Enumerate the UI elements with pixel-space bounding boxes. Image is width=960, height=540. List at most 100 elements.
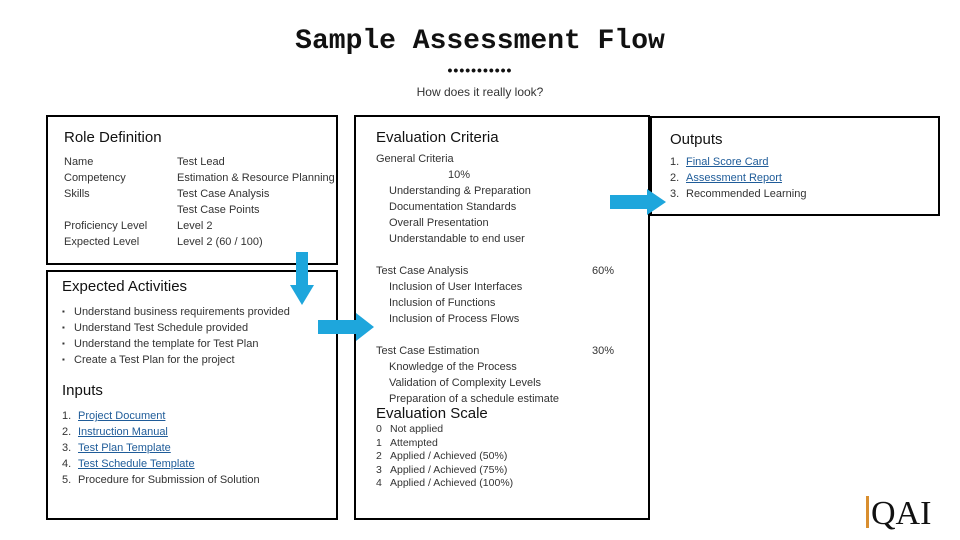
inputs-item[interactable]: 4. Test Schedule Template xyxy=(62,456,336,472)
role-value: Test Case Analysis xyxy=(177,188,270,200)
evaluation-scale-heading: Evaluation Scale xyxy=(376,405,488,422)
item-number: 3. xyxy=(670,188,680,200)
inputs-link[interactable]: Test Schedule Template xyxy=(78,458,195,470)
role-value: Level 2 (60 / 100) xyxy=(177,236,263,248)
scale-label: Applied / Achieved (100%) xyxy=(390,477,514,489)
criteria-group-title: Test Case Estimation xyxy=(376,345,480,357)
inputs-text: Procedure for Submission of Solution xyxy=(78,474,260,487)
item-number: 3. xyxy=(62,442,72,455)
item-number: 1. xyxy=(62,410,72,423)
scale-item: 2 Applied / Achieved (50%) xyxy=(376,450,648,464)
bullet-icon: ▪ xyxy=(62,307,65,317)
item-number: 1. xyxy=(670,156,680,168)
inputs-item[interactable]: 2. Instruction Manual xyxy=(62,424,336,440)
activity-item: ▪ Create a Test Plan for the project xyxy=(62,352,336,368)
item-number: 2. xyxy=(670,172,680,184)
activities-inputs-box: Expected Activities ▪ Understand business… xyxy=(46,270,338,520)
activity-item: ▪ Understand business requirements provid… xyxy=(62,304,336,320)
role-definition-table: Name Test Lead Competency Estimation & Reso… xyxy=(64,154,336,250)
outputs-link[interactable]: Final Score Card xyxy=(686,156,769,168)
criteria-weight: 30% xyxy=(592,345,615,357)
outputs-link[interactable]: Assessment Report xyxy=(686,172,782,184)
evaluation-criteria-box: Evaluation Criteria General Criteria 10% U… xyxy=(354,115,650,520)
inputs-item: 5. Procedure for Submission of Solution xyxy=(62,472,336,488)
scale-item: 4 Applied / Achieved (100%) xyxy=(376,477,648,491)
inputs-link[interactable]: Test Plan Template xyxy=(78,442,171,454)
activity-text: Understand business requirements provide… xyxy=(74,306,290,318)
criteria-weight: 10% xyxy=(448,169,471,181)
page-title: Sample Assessment Flow xyxy=(295,26,665,57)
criteria-item: Validation of Complexity Levels xyxy=(389,377,542,389)
activity-text: Understand the template for Test Plan xyxy=(74,338,259,351)
inputs-link[interactable]: Project Document xyxy=(78,410,165,422)
scale-label: Not applied xyxy=(390,423,444,435)
role-row: Proficiency Level Level 2 xyxy=(64,218,336,234)
criteria-item: Inclusion of User Interfaces xyxy=(389,281,523,293)
outputs-item[interactable]: 2. Assessment Report xyxy=(670,170,938,186)
arrow-down-icon xyxy=(290,252,314,305)
role-row: Test Case Points xyxy=(64,202,336,218)
inputs-link[interactable]: Instruction Manual xyxy=(78,426,168,438)
scale-score: 0 xyxy=(376,423,382,435)
arrow-right-outputs-shape xyxy=(610,189,666,215)
role-row: Expected Level Level 2 (60 / 100) xyxy=(64,234,336,250)
outputs-item: 3. Recommended Learning xyxy=(670,186,938,202)
evaluation-scale-list: 0 Not applied 1 Attempted 2 Applied / Achieve… xyxy=(376,423,648,491)
role-value: Estimation & Resource Planning xyxy=(177,172,335,184)
outputs-heading: Outputs xyxy=(670,131,723,148)
criteria-item: Inclusion of Functions xyxy=(389,297,496,309)
scale-item: 1 Attempted xyxy=(376,437,648,451)
arrow-right-outputs-icon xyxy=(610,189,666,215)
activity-item: ▪ Understand Test Schedule provided xyxy=(62,320,336,336)
arrow-right-icon xyxy=(318,313,374,341)
expected-activities-list: ▪ Understand business requirements provid… xyxy=(62,304,336,368)
activity-item: ▪ Understand the template for Test Plan xyxy=(62,336,336,352)
criteria-item: Understanding & Preparation xyxy=(389,185,531,197)
criteria-group-title: General Criteria xyxy=(376,153,454,165)
role-label xyxy=(64,202,177,218)
role-label: Competency xyxy=(64,172,126,184)
logo-bar-icon xyxy=(866,496,869,528)
role-row: Name Test Lead xyxy=(64,154,336,170)
bullet-icon: ▪ xyxy=(62,355,65,365)
bullet-icon: ▪ xyxy=(62,339,65,349)
criteria-group: Test Case Estimation 30% Knowledge of the … xyxy=(376,343,626,407)
criteria-item: Understandable to end user xyxy=(389,233,525,245)
scale-item: 3 Applied / Achieved (75%) xyxy=(376,464,648,478)
scale-score: 3 xyxy=(376,463,382,476)
scale-label: Applied / Achieved (50%) xyxy=(390,450,508,462)
qai-logo: QAI xyxy=(866,496,931,532)
role-label: Skills xyxy=(64,188,90,200)
item-number: 5. xyxy=(62,474,72,487)
bullet-icon: ▪ xyxy=(62,323,65,333)
item-number: 4. xyxy=(62,458,72,471)
activity-text: Understand Test Schedule provided xyxy=(74,322,249,335)
role-definition-heading: Role Definition xyxy=(64,129,162,146)
criteria-item: Inclusion of Process Flows xyxy=(389,313,520,325)
criteria-weight: 60% xyxy=(592,265,615,277)
outputs-item[interactable]: 1. Final Score Card xyxy=(670,154,938,170)
outputs-text: Recommended Learning xyxy=(686,188,807,200)
scale-score: 4 xyxy=(376,477,382,489)
role-value: Test Case Points xyxy=(177,204,260,216)
activity-text: Create a Test Plan for the project xyxy=(74,354,235,367)
role-row: Competency Estimation & Resource Planning xyxy=(64,170,336,186)
role-label: Proficiency Level xyxy=(64,220,148,232)
role-value: Test Lead xyxy=(177,156,225,168)
criteria-group: General Criteria 10% Understanding & Prepa… xyxy=(376,151,626,247)
criteria-item: Knowledge of the Process xyxy=(389,361,517,373)
logo-text: QAI xyxy=(871,495,932,532)
criteria-groups: General Criteria 10% Understanding & Prepa… xyxy=(376,151,648,407)
scale-label: Applied / Achieved (75%) xyxy=(390,463,508,476)
inputs-item[interactable]: 3. Test Plan Template xyxy=(62,440,336,456)
scale-label: Attempted xyxy=(390,436,438,449)
title-dots-divider: ••••••••••• xyxy=(447,62,513,78)
criteria-group: Test Case Analysis 60% Inclusion of User I… xyxy=(376,263,626,327)
inputs-list: 1. Project Document 2. Instruction Manual 3.… xyxy=(62,408,336,488)
inputs-item[interactable]: 1. Project Document xyxy=(62,408,336,424)
outputs-box: Outputs 1. Final Score Card 2. Assessment R… xyxy=(650,116,940,216)
role-value: Level 2 xyxy=(177,220,213,232)
outputs-list: 1. Final Score Card 2. Assessment Report 3. R… xyxy=(670,154,938,202)
criteria-group-title: Test Case Analysis xyxy=(376,265,469,277)
role-label: Name xyxy=(64,156,94,168)
